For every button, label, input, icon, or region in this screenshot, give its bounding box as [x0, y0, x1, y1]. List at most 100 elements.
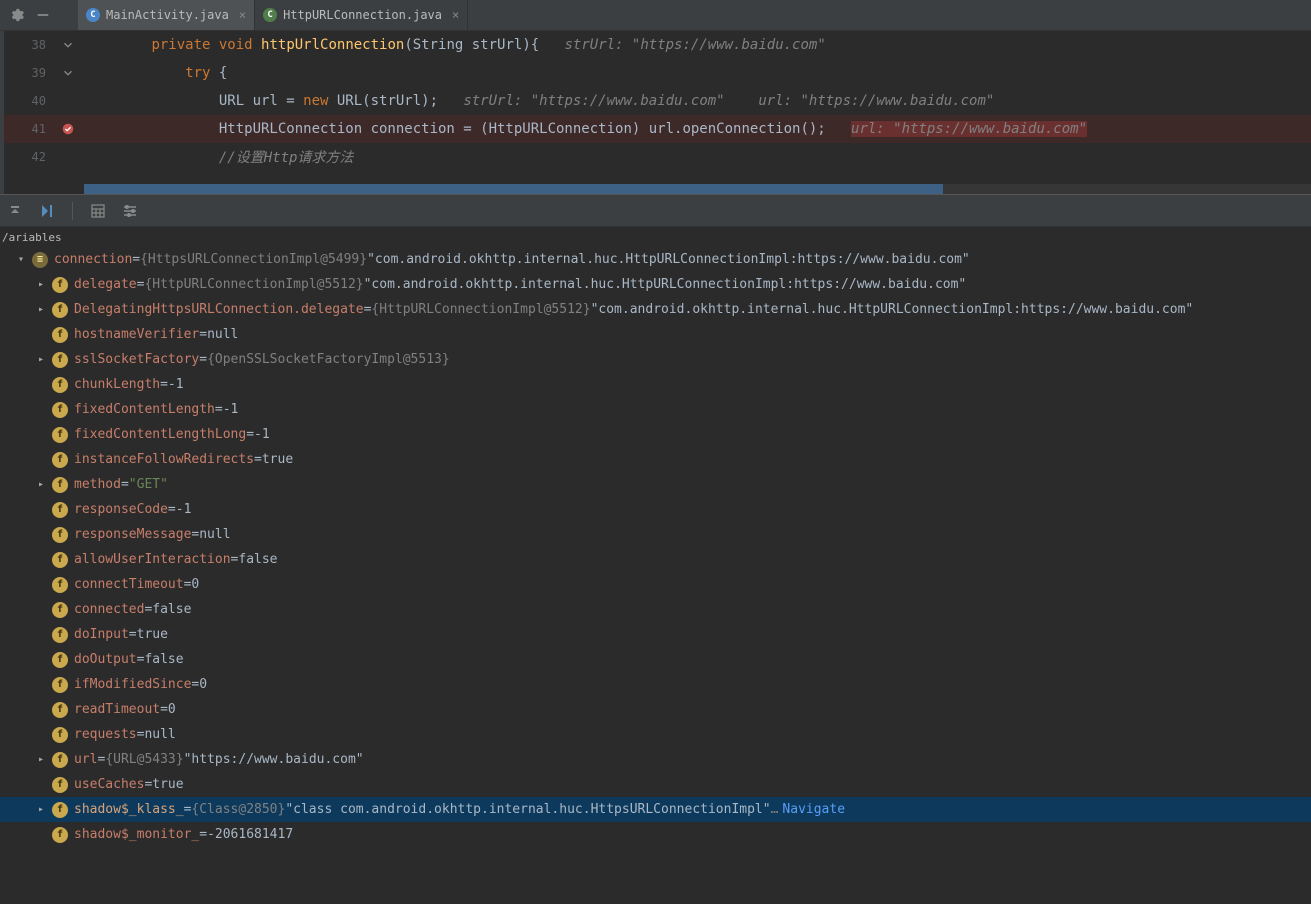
variable-name: allowUserInteraction — [74, 552, 231, 567]
breakpoint-icon[interactable] — [61, 122, 75, 136]
step-cursor-icon[interactable] — [38, 202, 56, 220]
expand-toggle-icon[interactable]: ▸ — [34, 478, 48, 492]
equals-sign: = — [137, 277, 145, 292]
variable-type: {HttpsURLConnectionImpl@5499} — [140, 252, 367, 267]
expand-toggle-icon[interactable]: ▸ — [34, 353, 48, 367]
variable-row[interactable]: ▸ f DelegatingHttpsURLConnection.delegat… — [0, 297, 1311, 322]
equals-sign: = — [160, 702, 168, 717]
editor-horizontal-scrollbar[interactable] — [84, 184, 1311, 194]
variable-row[interactable]: f shadow$_monitor_ = -2061681417 — [0, 822, 1311, 847]
variable-row[interactable]: f connected = false — [0, 597, 1311, 622]
equals-sign: = — [184, 802, 192, 817]
collapse-marker-icon[interactable] — [61, 66, 75, 80]
calculator-icon[interactable] — [89, 202, 107, 220]
field-icon: f — [52, 552, 68, 568]
equals-sign: = — [97, 752, 105, 767]
gutter-marker[interactable] — [52, 66, 84, 80]
code-line[interactable]: 42 //设置Http请求方法 — [4, 143, 1311, 171]
variable-name: hostnameVerifier — [74, 327, 199, 342]
variable-name: sslSocketFactory — [74, 352, 199, 367]
equals-sign: = — [144, 602, 152, 617]
variable-row[interactable]: f responseCode = -1 — [0, 497, 1311, 522]
equals-sign: = — [121, 477, 129, 492]
variable-row[interactable]: f connectTimeout = 0 — [0, 572, 1311, 597]
line-number: 41 — [4, 122, 52, 136]
field-icon: f — [52, 577, 68, 593]
tab-label: MainActivity.java — [106, 8, 229, 22]
variable-name: method — [74, 477, 121, 492]
variable-row[interactable]: f readTimeout = 0 — [0, 697, 1311, 722]
variable-row[interactable]: f fixedContentLengthLong = -1 — [0, 422, 1311, 447]
line-number: 39 — [4, 66, 52, 80]
field-icon: f — [52, 377, 68, 393]
code-line[interactable]: 39 try { — [4, 59, 1311, 87]
variable-row[interactable]: f responseMessage = null — [0, 522, 1311, 547]
field-icon: f — [52, 352, 68, 368]
gutter-marker[interactable] — [52, 38, 84, 52]
scrollbar-thumb[interactable] — [84, 184, 943, 194]
editor-tab[interactable]: C MainActivity.java × — [78, 0, 255, 30]
variable-name: fixedContentLength — [74, 402, 215, 417]
variable-row[interactable]: ▸ f method = "GET" — [0, 472, 1311, 497]
expand-toggle-icon[interactable]: ▸ — [34, 803, 48, 817]
navigate-link[interactable]: Navigate — [782, 802, 845, 817]
minimize-icon[interactable] — [36, 8, 50, 22]
sliders-icon[interactable] — [121, 202, 139, 220]
variable-row[interactable]: f useCaches = true — [0, 772, 1311, 797]
variable-name: connection — [54, 252, 132, 267]
variable-row[interactable]: f allowUserInteraction = false — [0, 547, 1311, 572]
variable-row[interactable]: f fixedContentLength = -1 — [0, 397, 1311, 422]
variable-value: false — [238, 552, 277, 567]
variable-name: connectTimeout — [74, 577, 184, 592]
code-editor[interactable]: 38 private void httpUrlConnection(String… — [4, 31, 1311, 194]
variable-row[interactable]: ▸ f sslSocketFactory = {OpenSSLSocketFac… — [0, 347, 1311, 372]
variable-row[interactable]: f hostnameVerifier = null — [0, 322, 1311, 347]
variable-row[interactable]: ▸ f shadow$_klass_ = {Class@2850} "class… — [0, 797, 1311, 822]
step-into-icon[interactable] — [6, 202, 24, 220]
variable-row[interactable]: ▾ ≡ connection = {HttpsURLConnectionImpl… — [0, 247, 1311, 272]
variable-value: true — [152, 777, 183, 792]
variable-value: null — [199, 527, 230, 542]
code-text: try { — [84, 65, 227, 81]
equals-sign: = — [137, 652, 145, 667]
top-bar: C MainActivity.java ×C HttpURLConnection… — [0, 0, 1311, 31]
equals-sign: = — [246, 427, 254, 442]
variable-value: -1 — [223, 402, 239, 417]
variable-row[interactable]: f doInput = true — [0, 622, 1311, 647]
close-icon[interactable]: × — [239, 8, 246, 22]
variable-row[interactable]: f chunkLength = -1 — [0, 372, 1311, 397]
expand-toggle-icon[interactable]: ▸ — [34, 753, 48, 767]
close-icon[interactable]: × — [452, 8, 459, 22]
variable-row[interactable]: f ifModifiedSince = 0 — [0, 672, 1311, 697]
variable-name: readTimeout — [74, 702, 160, 717]
variable-row[interactable]: f requests = null — [0, 722, 1311, 747]
code-line[interactable]: 40 URL url = new URL(strUrl); strUrl: "h… — [4, 87, 1311, 115]
variables-panel[interactable]: ▾ ≡ connection = {HttpsURLConnectionImpl… — [0, 247, 1311, 904]
object-icon: ≡ — [32, 252, 48, 268]
field-icon: f — [52, 727, 68, 743]
variable-row[interactable]: ▸ f delegate = {HttpURLConnectionImpl@55… — [0, 272, 1311, 297]
variable-value: null — [144, 727, 175, 742]
field-icon: f — [52, 527, 68, 543]
gutter-marker[interactable] — [52, 122, 84, 136]
collapse-marker-icon[interactable] — [61, 38, 75, 52]
variable-row[interactable]: f instanceFollowRedirects = true — [0, 447, 1311, 472]
variable-name: doOutput — [74, 652, 137, 667]
code-line[interactable]: 41 HttpURLConnection connection = (HttpU… — [4, 115, 1311, 143]
field-icon: f — [52, 802, 68, 818]
variable-name: shadow$_monitor_ — [74, 827, 199, 842]
equals-sign: = — [191, 527, 199, 542]
variable-name: shadow$_klass_ — [74, 802, 184, 817]
gear-icon[interactable] — [10, 8, 24, 22]
code-line[interactable]: 38 private void httpUrlConnection(String… — [4, 31, 1311, 59]
editor-tab[interactable]: C HttpURLConnection.java × — [255, 0, 468, 30]
variable-name: fixedContentLengthLong — [74, 427, 246, 442]
expand-toggle-icon[interactable]: ▸ — [34, 278, 48, 292]
expand-toggle-icon[interactable]: ▸ — [34, 303, 48, 317]
variable-row[interactable]: f doOutput = false — [0, 647, 1311, 672]
variable-name: responseCode — [74, 502, 168, 517]
variable-row[interactable]: ▸ f url = {URL@5433} "https://www.baidu.… — [0, 747, 1311, 772]
field-icon: f — [52, 627, 68, 643]
variable-value: 0 — [191, 577, 199, 592]
expand-toggle-icon[interactable]: ▾ — [14, 253, 28, 267]
